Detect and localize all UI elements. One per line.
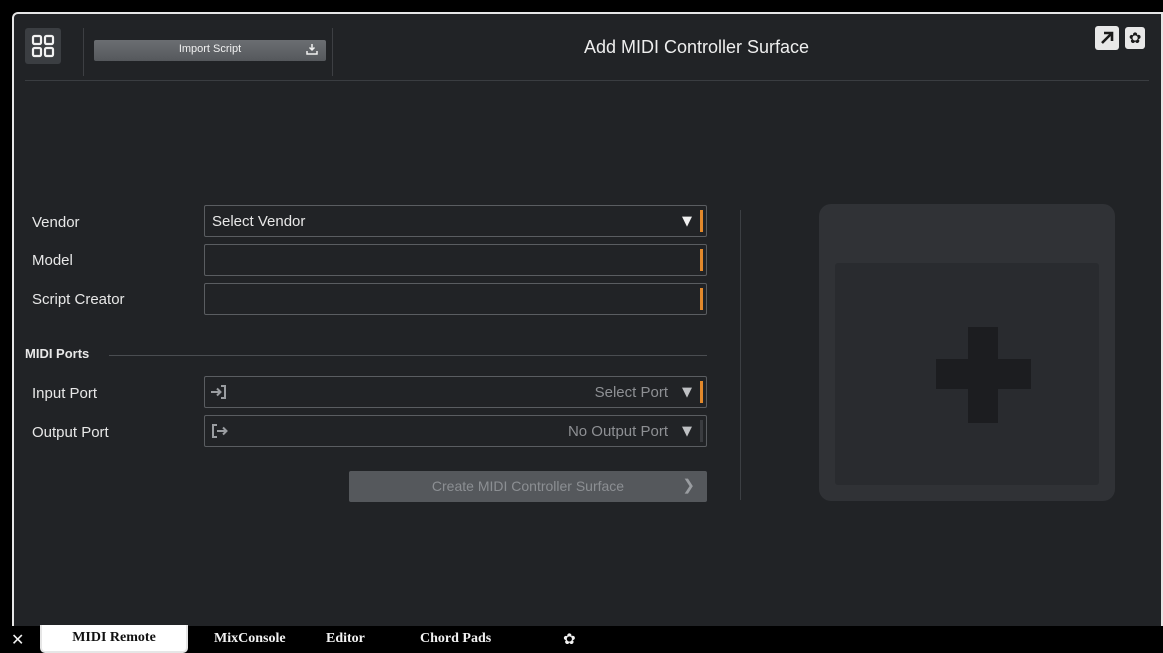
tab-midi-remote[interactable]: MIDI Remote — [40, 625, 188, 653]
script-creator-label: Script Creator — [32, 291, 125, 308]
midi-ports-heading: MIDI Ports — [25, 346, 90, 361]
input-port-icon — [211, 385, 226, 399]
tab-mixconsole[interactable]: MixConsole — [214, 631, 286, 647]
window-title: Add MIDI Controller Surface — [583, 37, 810, 57]
import-script-label: Import Script — [178, 43, 242, 55]
model-field[interactable] — [204, 244, 707, 276]
import-icon — [306, 44, 318, 55]
vendor-label: Vendor — [32, 214, 80, 231]
input-port-label: Input Port — [32, 385, 98, 402]
open-in-window-button[interactable] — [1095, 26, 1119, 50]
content-divider — [740, 210, 741, 500]
bottom-tab-bar: ✕ MIDI Remote MixConsole Editor Chord Pa… — [0, 625, 1163, 653]
create-surface-label: Create MIDI Controller Surface — [431, 478, 625, 494]
settings-button[interactable]: ✿ — [1125, 27, 1145, 49]
toolbar-divider — [332, 28, 333, 76]
input-port-select[interactable]: Select Port ▼ — [204, 376, 707, 408]
output-port-icon — [212, 424, 228, 438]
title-area: Add MIDI Controller Surface — [344, 14, 1049, 74]
dropdown-arrow-icon: ▼ — [682, 385, 692, 400]
required-indicator — [700, 288, 703, 310]
surface-preview[interactable] — [819, 204, 1115, 501]
gear-icon: ✿ — [1128, 28, 1142, 47]
create-surface-button[interactable]: Create MIDI Controller Surface ❯ — [349, 471, 707, 502]
grid-icon — [31, 34, 55, 58]
output-port-value: No Output Port — [567, 423, 668, 440]
model-label: Model — [32, 252, 73, 269]
dropdown-arrow-icon: ▼ — [682, 424, 692, 439]
required-indicator — [700, 210, 703, 232]
arrow-up-right-icon — [1101, 31, 1114, 44]
output-port-select[interactable]: No Output Port ▼ — [204, 415, 707, 447]
midi-remote-panel: Import Script Add MIDI Controller Surfac… — [12, 12, 1163, 626]
vendor-value: Select Vendor — [212, 213, 306, 230]
required-indicator — [700, 381, 703, 403]
output-port-label: Output Port — [32, 424, 109, 441]
toolbar-divider — [83, 28, 84, 76]
plus-icon-vertical — [968, 327, 998, 423]
surface-preview-screen — [835, 263, 1099, 485]
chevron-right-icon: ❯ — [682, 477, 695, 494]
close-icon[interactable]: ✕ — [11, 630, 24, 649]
header-divider — [25, 80, 1149, 81]
optional-indicator — [700, 420, 703, 442]
layout-grid-button[interactable] — [25, 28, 61, 64]
section-divider — [109, 355, 707, 356]
required-indicator — [700, 249, 703, 271]
tab-chord-pads[interactable]: Chord Pads — [420, 631, 491, 647]
tab-editor[interactable]: Editor — [326, 631, 365, 647]
dropdown-arrow-icon: ▼ — [682, 214, 692, 229]
tab-label: MIDI Remote — [72, 630, 156, 645]
input-port-value: Select Port — [594, 384, 668, 401]
script-creator-field[interactable] — [204, 283, 707, 315]
import-script-button[interactable]: Import Script — [94, 40, 326, 61]
gear-icon[interactable]: ✿ — [563, 630, 576, 648]
vendor-select[interactable]: Select Vendor ▼ — [204, 205, 707, 237]
